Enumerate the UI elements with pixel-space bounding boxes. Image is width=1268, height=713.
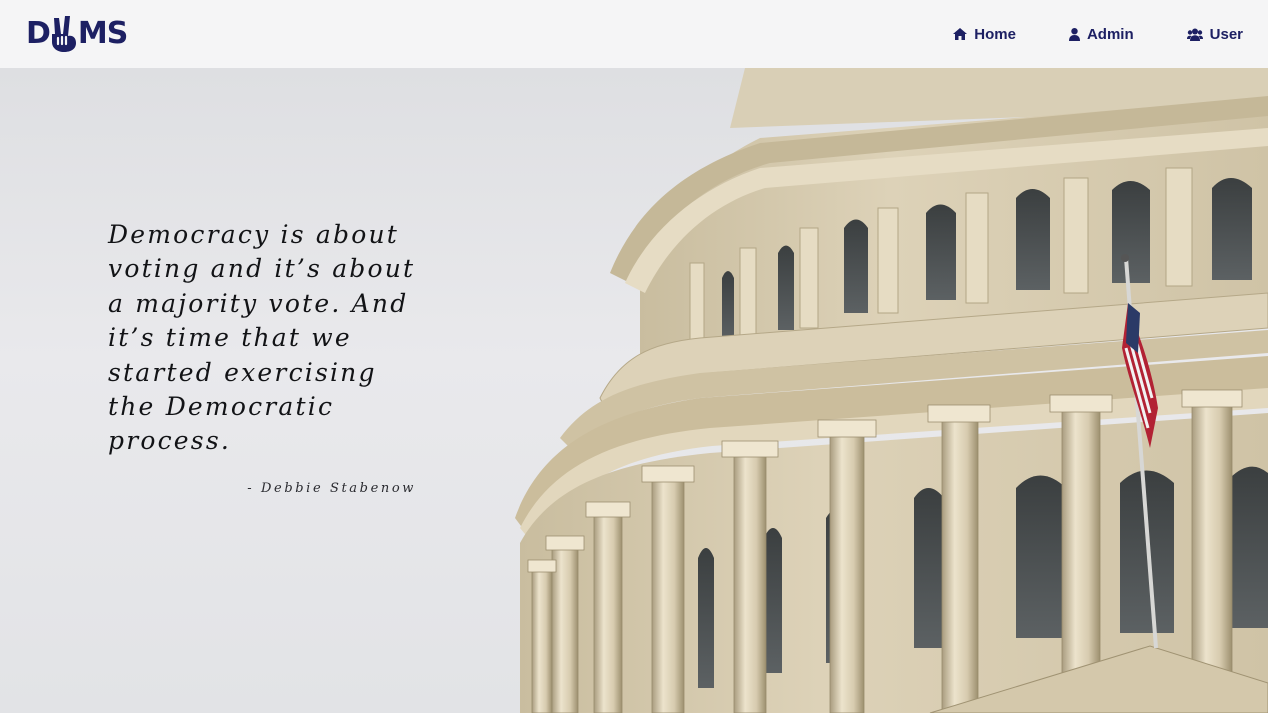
- nav-admin-label: Admin: [1086, 25, 1134, 43]
- nav-user-label: User: [1209, 25, 1243, 43]
- top-navbar: D MS Home Admin User: [0, 0, 1268, 68]
- peace-hand-icon: [51, 16, 76, 52]
- hero-quote: Democracy is about voting and it’s about…: [108, 220, 416, 456]
- nav-home-link[interactable]: Home: [953, 26, 1016, 43]
- logo-letters-ms: MS: [77, 16, 128, 51]
- users-icon: [1186, 28, 1203, 41]
- home-icon: [953, 28, 968, 40]
- nav-home-label: Home: [974, 25, 1016, 43]
- quote-author: - Debbie Stabenow: [247, 480, 416, 496]
- hero-section: Democracy is about voting and it’s about…: [0, 68, 1268, 713]
- user-icon: [1068, 27, 1080, 41]
- nav-admin-link[interactable]: Admin: [1068, 25, 1134, 43]
- quote-block: Democracy is about voting and it’s about…: [108, 218, 428, 496]
- dvms-logo[interactable]: D MS: [26, 14, 128, 54]
- main-nav: Home Admin User: [900, 26, 1243, 43]
- nav-user-link[interactable]: User: [1186, 25, 1243, 43]
- logo-letter-d: D: [26, 16, 51, 51]
